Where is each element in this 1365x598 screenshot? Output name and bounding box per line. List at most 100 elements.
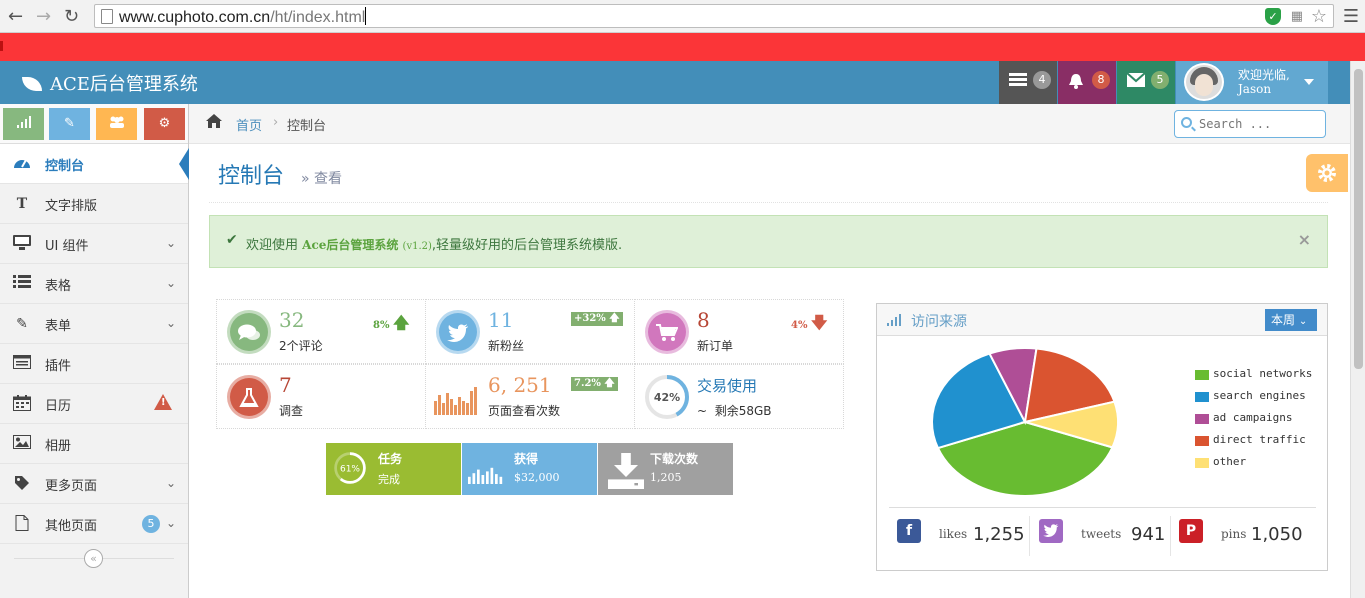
sidebar-item-gallery[interactable]: 相册	[0, 424, 188, 464]
brand[interactable]: ACE后台管理系统	[22, 70, 198, 96]
bell-icon	[1069, 74, 1083, 89]
pencil-icon: ✎	[64, 116, 75, 131]
chevron-down-icon: ⌄	[165, 316, 176, 330]
user-name: Jason	[1238, 82, 1272, 96]
svg-text:61%: 61%	[340, 465, 360, 475]
avatar	[1184, 63, 1224, 101]
earnings-box: 获得 $32,000	[462, 443, 597, 495]
forward-icon[interactable]: →	[36, 6, 51, 27]
user-menu[interactable]: 欢迎光临, Jason	[1176, 61, 1328, 104]
url-text[interactable]: www.cuphoto.com.cn/ht/index.html	[119, 7, 367, 27]
list-icon	[12, 275, 32, 293]
close-icon[interactable]: ×	[1298, 230, 1311, 249]
sidebar-item-dashboard[interactable]: 控制台	[0, 144, 189, 184]
dark-box-value: 完成	[378, 473, 400, 486]
infobox-title: 交易使用	[697, 377, 758, 395]
sidebar-item-label: 文字排版	[45, 199, 98, 214]
count-badge: 5	[142, 515, 160, 533]
page-scrollbar[interactable]	[1350, 61, 1365, 598]
double-chevron-left-icon[interactable]: «	[84, 549, 103, 568]
back-icon[interactable]: ←	[8, 6, 23, 27]
red-banner	[0, 33, 1365, 61]
bookmark-star-icon[interactable]: ☆	[1311, 6, 1327, 27]
shield-icon[interactable]: ✓	[1265, 8, 1281, 25]
dark-box-value: $32,000	[514, 471, 560, 484]
page-icon	[101, 9, 113, 24]
infobox-orders: 8 新订单 4% 🡇	[634, 299, 844, 364]
shortcut-users-button[interactable]	[96, 108, 137, 140]
envelope-icon	[1127, 73, 1145, 87]
period-dropdown[interactable]: 本周 ⌄	[1265, 309, 1317, 331]
sidebar-item-tables[interactable]: 表格 ⌄	[0, 264, 188, 304]
search-box[interactable]	[1174, 110, 1326, 138]
breadcrumb-home-link[interactable]: 首页	[236, 115, 262, 134]
pinterest-icon[interactable]: P	[1179, 519, 1203, 543]
breadcrumb-separator: ›	[273, 115, 279, 130]
sidebar-item-forms[interactable]: ✎ 表单 ⌄	[0, 304, 188, 344]
infobox-number: 32	[279, 308, 305, 332]
sidebar: ✎ ⚙ 控制台 T 文字排版 UI 组件 ⌄ 表格 ⌄ ✎ 表单 ⌄ 插件 日历…	[0, 104, 189, 598]
sidebar-item-label: 日历	[45, 399, 72, 414]
sidebar-item-other-pages[interactable]: 其他页面 5 ⌄	[0, 504, 188, 544]
infobox-text: 新订单	[697, 339, 734, 353]
sidebar-item-label: 表格	[45, 279, 72, 294]
infobox-pageviews: 6, 251 页面查看次数 7.2% 🡅	[425, 364, 635, 429]
messages-badge: 5	[1151, 71, 1169, 89]
infobox-number: 8	[697, 308, 710, 332]
group-icon	[109, 116, 124, 128]
widget-title: 访问来源	[911, 314, 967, 330]
chevron-down-icon: ⌄	[165, 476, 176, 490]
sidebar-item-more-pages[interactable]: 更多页面 ⌄	[0, 464, 188, 504]
messages-button[interactable]: 5	[1117, 61, 1175, 104]
dashboard-icon	[12, 155, 32, 173]
chevron-down-icon: ⌄	[165, 516, 176, 530]
sidebar-item-ui[interactable]: UI 组件 ⌄	[0, 224, 188, 264]
signal-icon	[16, 116, 31, 128]
infobox-comments: 32 2个评论 8% 🡅	[216, 299, 426, 364]
dark-box-title: 获得	[514, 452, 539, 466]
notifications-button[interactable]: 8	[1058, 61, 1116, 104]
download-icon	[608, 453, 644, 489]
twitter-icon	[436, 310, 480, 354]
facebook-likes: f likes 1,255	[897, 516, 1025, 560]
infobox-number: 7	[279, 373, 292, 397]
sidebar-item-label: 插件	[45, 359, 72, 374]
active-marker	[179, 148, 189, 180]
sidebar-item-label: 表单	[45, 319, 72, 334]
cogs-icon: ⚙	[158, 116, 171, 131]
search-input[interactable]	[1199, 115, 1319, 133]
sidebar-item-label: 控制台	[45, 159, 85, 174]
sidebar-item-calendar[interactable]: 日历 !	[0, 384, 188, 424]
home-icon[interactable]	[205, 113, 223, 129]
reload-icon[interactable]: ↻	[64, 6, 79, 27]
traffic-pie-chart	[931, 347, 1119, 497]
shortcut-settings-button[interactable]: ⚙	[144, 108, 185, 140]
signal-icon	[887, 314, 901, 326]
calendar-icon	[12, 395, 32, 413]
alert-text: 欢迎使用 Ace后台管理系统 (v1.2),轻量级好用的后台管理系统模版.	[246, 238, 623, 253]
sidebar-item-typography[interactable]: T 文字排版	[0, 184, 188, 224]
facebook-icon[interactable]: f	[897, 519, 921, 543]
sidebar-item-widgets[interactable]: 插件	[0, 344, 188, 384]
translate-icon[interactable]: ▦	[1291, 9, 1303, 24]
svg-text:42%: 42%	[654, 391, 680, 404]
desktop-icon	[12, 235, 32, 253]
tasks-badge: 4	[1033, 71, 1051, 89]
address-bar[interactable]: www.cuphoto.com.cn/ht/index.html ✓ ▦ ☆	[94, 4, 1334, 28]
breadcrumb: 首页 › 控制台	[189, 104, 1350, 144]
notifications-badge: 8	[1092, 71, 1110, 89]
widget-header: 访问来源 本周 ⌄	[877, 304, 1327, 336]
pinterest-pins: P pins 1,050	[1179, 516, 1304, 560]
breadcrumb-current: 控制台	[287, 119, 327, 134]
shortcut-edit-button[interactable]: ✎	[49, 108, 90, 140]
browser-menu-icon[interactable]: ☰	[1343, 6, 1359, 27]
top-navbar: ACE后台管理系统 4 8 5 欢迎光临, Jason	[0, 61, 1350, 104]
stat-badge: 7.2% 🡅	[571, 377, 618, 391]
chevron-down-icon: ⌄	[165, 276, 176, 290]
tasks-button[interactable]: 4	[999, 61, 1057, 104]
shortcut-chart-button[interactable]	[3, 108, 44, 140]
twitter-icon[interactable]	[1039, 519, 1063, 543]
traffic-source-widget: 访问来源 本周 ⌄ social networks search engines…	[876, 303, 1328, 571]
sidebar-item-label: 相册	[45, 439, 72, 454]
infobox-followers: 11 新粉丝 +32% 🡅	[425, 299, 635, 364]
